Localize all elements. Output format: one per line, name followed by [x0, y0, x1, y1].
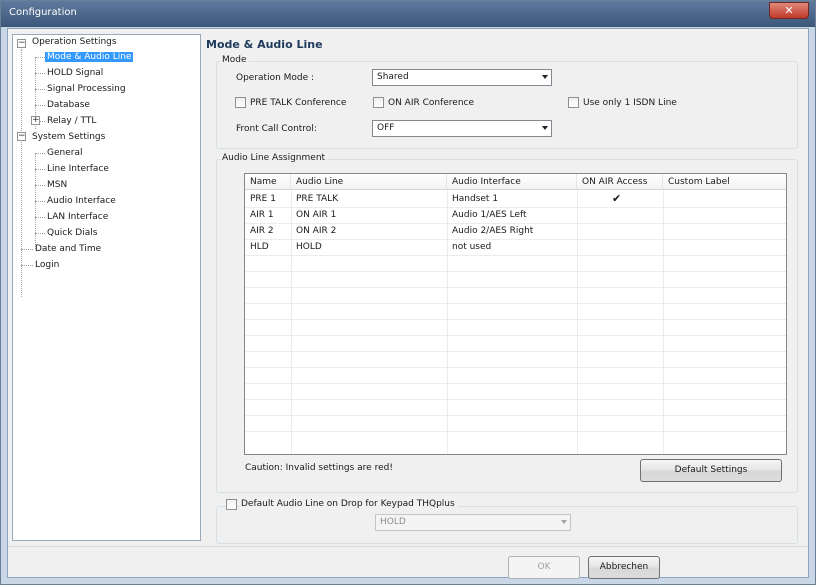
tree-item-database[interactable]: Database: [45, 97, 92, 113]
column-header-on-air-access[interactable]: ON AIR Access: [577, 174, 663, 190]
configuration-window: Configuration ✕ − Operation Settings Mod…: [0, 0, 816, 585]
tree-item-line-interface[interactable]: Line Interface: [45, 161, 111, 177]
front-call-control-select[interactable]: OFF: [372, 120, 552, 137]
tree-item-audio-interface[interactable]: Audio Interface: [45, 193, 118, 209]
close-button[interactable]: ✕: [769, 2, 809, 19]
chevron-down-icon: [561, 520, 567, 524]
caution-text: Caution: Invalid settings are red!: [245, 463, 393, 473]
cell-audio-interface: not used: [452, 242, 492, 252]
cell-audio-line: PRE TALK: [296, 194, 339, 204]
ok-button[interactable]: OK: [508, 556, 580, 579]
cell-audio-line: ON AIR 2: [296, 226, 337, 236]
tree-item-quick-dials[interactable]: Quick Dials: [45, 225, 99, 241]
close-icon: ✕: [784, 4, 794, 17]
default-audio-line-select[interactable]: HOLD: [375, 514, 571, 531]
audio-line-assignment-caption: Audio Line Assignment: [220, 153, 328, 163]
dialog-client: − Operation Settings Mode & Audio Line H…: [7, 28, 809, 579]
cell-audio-interface: Audio 1/AES Left: [452, 210, 527, 220]
front-call-control-label: Front Call Control:: [236, 124, 317, 134]
use-only-isdn-label: Use only 1 ISDN Line: [583, 98, 677, 108]
tree-item-hold-signal[interactable]: HOLD Signal: [45, 65, 105, 81]
on-air-conference-checkbox[interactable]: [373, 97, 384, 108]
window-title: Configuration: [9, 7, 77, 18]
column-header-audio-line[interactable]: Audio Line: [291, 174, 447, 190]
page-title: Mode & Audio Line: [206, 38, 323, 51]
operation-mode-select[interactable]: Shared: [372, 69, 552, 86]
cell-name: AIR 2: [250, 226, 274, 236]
default-settings-button[interactable]: Default Settings: [640, 459, 782, 482]
tree-item-mode-audio-line[interactable]: Mode & Audio Line: [45, 49, 134, 65]
cell-audio-interface: Audio 2/AES Right: [452, 226, 534, 236]
column-header-name[interactable]: Name: [245, 174, 291, 190]
default-audio-line-label: Default Audio Line on Drop for Keypad TH…: [241, 499, 458, 509]
expand-relay-ttl-icon[interactable]: +: [31, 116, 40, 125]
tree-item-system-settings[interactable]: System Settings: [30, 129, 107, 145]
cell-audio-interface: Handset 1: [452, 194, 499, 204]
cell-audio-line: HOLD: [296, 242, 322, 252]
pre-talk-conference-checkbox[interactable]: [235, 97, 246, 108]
mode-group-caption: Mode: [220, 55, 249, 65]
on-air-conference-label: ON AIR Conference: [388, 98, 475, 108]
column-header-custom-label[interactable]: Custom Label: [663, 174, 786, 190]
tree-item-login[interactable]: Login: [33, 257, 61, 273]
tree-item-general[interactable]: General: [45, 145, 84, 161]
cell-name: HLD: [250, 242, 269, 252]
cell-name: PRE 1: [250, 194, 276, 204]
tree-item-date-time[interactable]: Date and Time: [33, 241, 103, 257]
chevron-down-icon: [542, 126, 548, 130]
settings-tree: − Operation Settings Mode & Audio Line H…: [12, 34, 201, 541]
collapse-system-settings-icon[interactable]: −: [17, 132, 26, 141]
cell-name: AIR 1: [250, 210, 274, 220]
column-header-audio-interface[interactable]: Audio Interface: [447, 174, 577, 190]
chevron-down-icon: [542, 75, 548, 79]
check-icon[interactable]: ✔: [607, 191, 621, 207]
cell-audio-line: ON AIR 1: [296, 210, 337, 220]
tree-item-lan-interface[interactable]: LAN Interface: [45, 209, 110, 225]
title-bar[interactable]: Configuration ✕: [1, 1, 815, 27]
default-audio-line-checkbox[interactable]: [226, 499, 237, 510]
operation-mode-label: Operation Mode :: [236, 73, 315, 83]
tree-item-operation-settings[interactable]: Operation Settings: [30, 34, 119, 50]
audio-line-table: Name Audio Line Audio Interface ON AIR A…: [244, 173, 787, 455]
pre-talk-conference-label: PRE TALK Conference: [250, 98, 347, 108]
tree-item-msn[interactable]: MSN: [45, 177, 69, 193]
tree-item-relay-ttl[interactable]: Relay / TTL: [45, 113, 98, 129]
separator: [8, 546, 808, 547]
use-only-isdn-checkbox[interactable]: [568, 97, 579, 108]
collapse-operation-settings-icon[interactable]: −: [17, 39, 26, 48]
cancel-button[interactable]: Abbrechen: [588, 556, 660, 579]
tree-item-signal-processing[interactable]: Signal Processing: [45, 81, 128, 97]
